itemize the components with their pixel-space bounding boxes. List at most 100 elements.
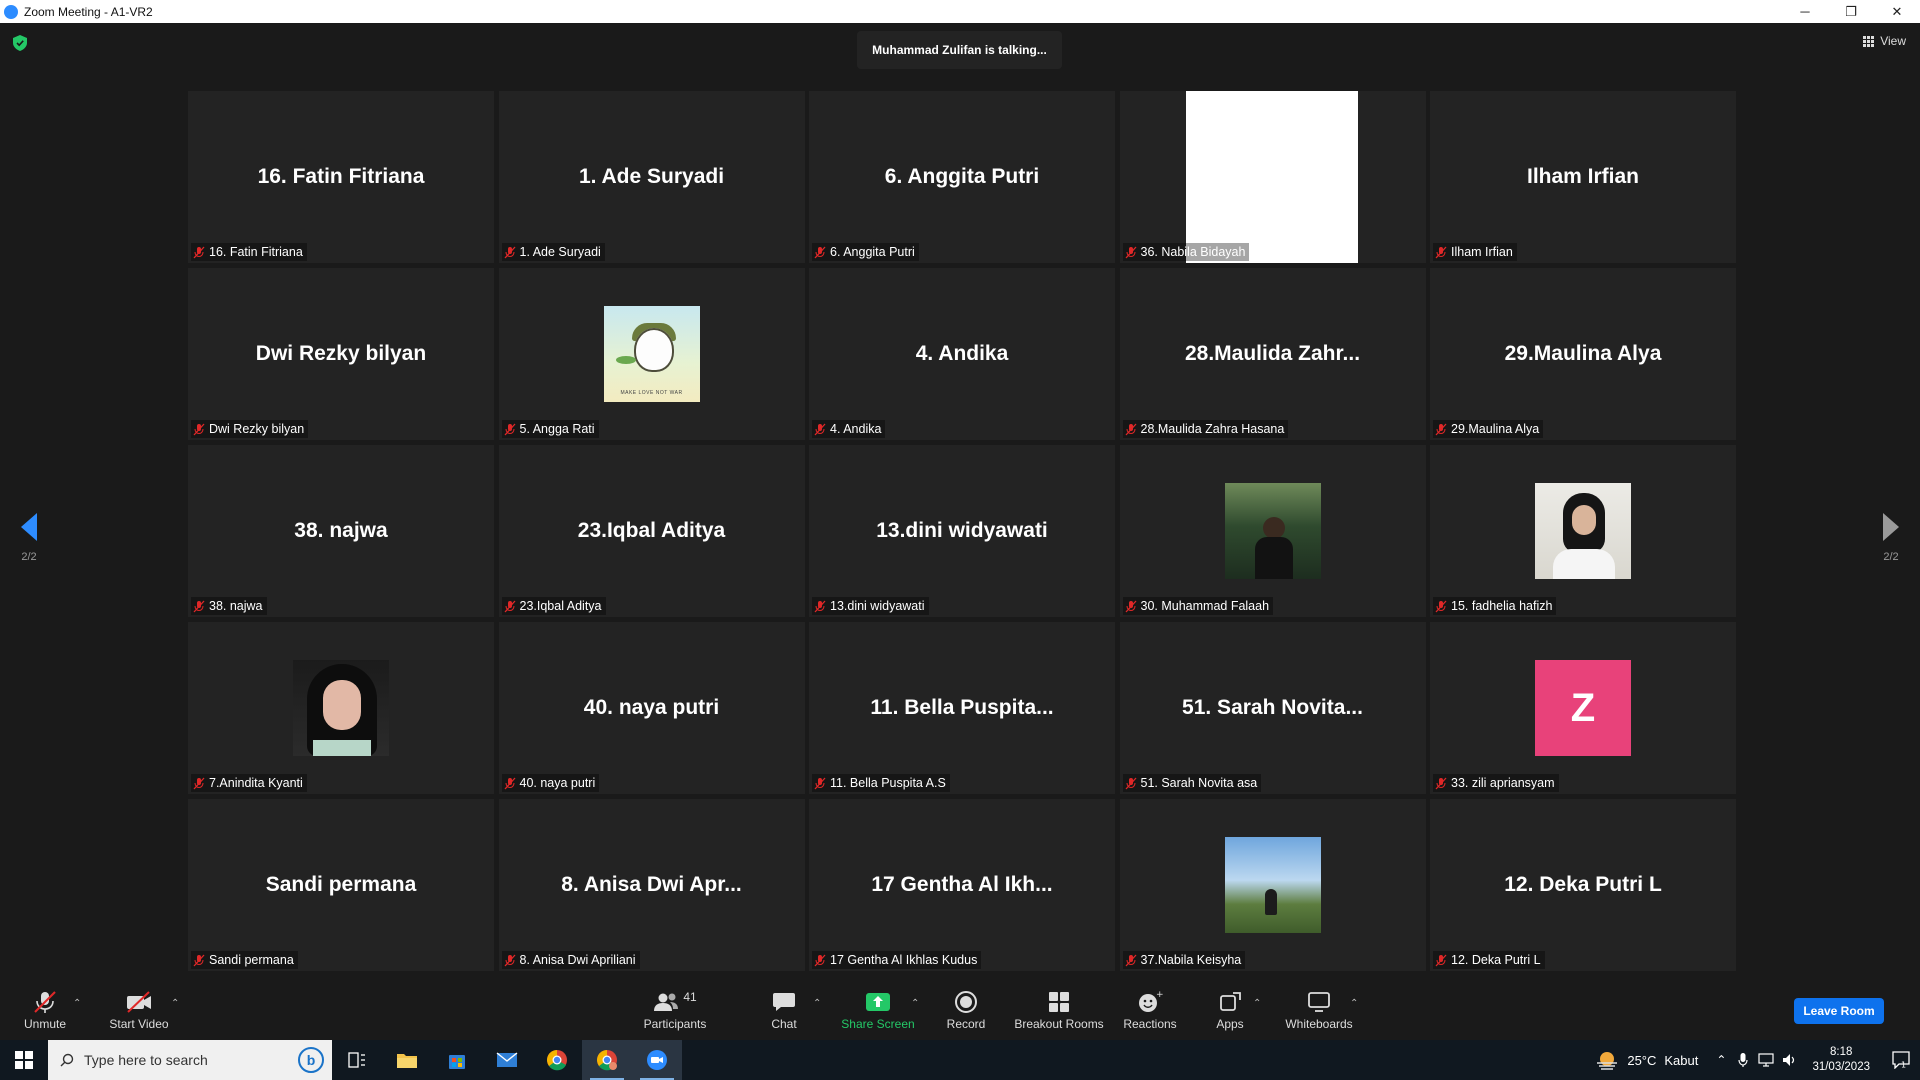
active-speaker-banner: Muhammad Zulifan is talking...	[857, 31, 1062, 69]
participant-tile[interactable]: 28.Maulida Zahr... 28.Maulida Zahra Hasan…	[1119, 268, 1426, 440]
task-view-button[interactable]	[332, 1040, 382, 1080]
page-indicator-right: 2/2	[1883, 551, 1899, 563]
weather-widget[interactable]: 25°C Kabut	[1595, 1050, 1698, 1070]
participants-count: 41	[683, 990, 697, 1004]
participants-label: Participants	[643, 1017, 707, 1031]
participant-tile[interactable]: 7.Anindita Kyanti	[188, 622, 494, 794]
record-button[interactable]: Record	[940, 980, 992, 1040]
meeting-toolbar: Unmute ⌃ Start Video ⌃ 41 Participants C…	[0, 980, 1920, 1040]
whiteboards-label: Whiteboards	[1285, 1017, 1353, 1031]
previous-page-button[interactable]: 2/2	[9, 513, 49, 563]
chrome-button[interactable]	[532, 1040, 582, 1080]
audio-options-caret[interactable]: ⌃	[73, 998, 81, 1009]
title-bar: Zoom Meeting - A1-VR2 ─ ❐ ✕	[0, 0, 1920, 23]
participant-name: 11. Bella Puspita A.S	[830, 776, 946, 790]
next-page-button[interactable]: 2/2	[1871, 513, 1911, 563]
file-explorer-button[interactable]	[382, 1040, 432, 1080]
zoom-taskbar-button[interactable]	[632, 1040, 682, 1080]
mail-button[interactable]	[482, 1040, 532, 1080]
whiteboards-options-caret[interactable]: ⌃	[1350, 998, 1358, 1009]
notification-center-button[interactable]: 1	[1884, 1051, 1920, 1069]
participant-name: 5. Angga Rati	[519, 422, 595, 436]
window-title: Zoom Meeting - A1-VR2	[24, 4, 153, 19]
participant-avatar-photo	[1224, 483, 1321, 579]
store-button[interactable]	[432, 1040, 482, 1080]
start-video-button[interactable]: Start Video	[104, 980, 174, 1040]
participant-tile[interactable]: 30. Muhammad Falaah	[1119, 445, 1426, 617]
volume-icon[interactable]	[1782, 1053, 1798, 1067]
participant-display-name: 1. Ade Suryadi	[578, 165, 725, 188]
participant-name-label: 1. Ade Suryadi	[501, 243, 605, 261]
whiteboards-button[interactable]: Whiteboards	[1284, 980, 1354, 1040]
share-screen-button[interactable]: Share Screen	[838, 980, 918, 1040]
participant-tile[interactable]: 8. Anisa Dwi Apr... 8. Anisa Dwi Aprilian…	[498, 799, 805, 971]
participant-tile[interactable]: 6. Anggita Putri 6. Anggita Putri	[809, 91, 1115, 263]
bing-icon[interactable]: b	[298, 1047, 324, 1073]
participant-tile[interactable]: 17 Gentha Al Ikh... 17 Gentha Al Ikhlas K…	[809, 799, 1115, 971]
participant-tile[interactable]: 37.Nabila Keisyha	[1119, 799, 1426, 971]
participant-name-label: 38. najwa	[191, 597, 267, 615]
participant-name: 8. Anisa Dwi Apriliani	[519, 953, 636, 967]
participant-tile[interactable]: 13.dini widyawati 13.dini widyawati	[809, 445, 1115, 617]
minimize-button[interactable]: ─	[1782, 0, 1828, 23]
participant-tile[interactable]: Sandi permana Sandi permana	[188, 799, 494, 971]
view-button[interactable]: View	[1863, 34, 1906, 48]
participant-display-name: 13.dini widyawati	[876, 519, 1048, 542]
participant-tile[interactable]: 4. Andika 4. Andika	[809, 268, 1115, 440]
windows-logo-icon	[15, 1051, 33, 1069]
taskbar-clock[interactable]: 8:18 31/03/2023	[1812, 1045, 1870, 1075]
participant-tile[interactable]: 12. Deka Putri L 12. Deka Putri L	[1430, 799, 1736, 971]
start-button[interactable]	[0, 1040, 48, 1080]
chat-button[interactable]: Chat	[762, 980, 806, 1040]
participant-tile[interactable]: 15. fadhelia hafizh	[1430, 445, 1736, 617]
leave-room-button[interactable]: Leave Room	[1794, 998, 1884, 1024]
microphone-tray-icon[interactable]	[1738, 1052, 1749, 1068]
start-video-label: Start Video	[109, 1017, 169, 1031]
share-screen-label: Share Screen	[841, 1017, 915, 1031]
reactions-button[interactable]: + Reactions	[1122, 980, 1178, 1040]
participant-tile[interactable]: Z 33. zili apriansyam	[1430, 622, 1736, 794]
participant-name-label: 40. naya putri	[501, 774, 600, 792]
taskbar-search-box[interactable]: Type here to search b	[48, 1040, 332, 1080]
apps-label: Apps	[1216, 1017, 1244, 1031]
record-icon	[955, 991, 977, 1013]
participant-tile[interactable]: 16. Fatin Fitriana 16. Fatin Fitriana	[188, 91, 494, 263]
participant-tile[interactable]: 23.Iqbal Aditya 23.Iqbal Aditya	[498, 445, 805, 617]
participant-tile[interactable]: 38. najwa 38. najwa	[188, 445, 494, 617]
participant-tile[interactable]: 29.Maulina Alya 29.Maulina Alya	[1430, 268, 1736, 440]
participant-name-label: 33. zili apriansyam	[1433, 774, 1559, 792]
video-options-caret[interactable]: ⌃	[171, 998, 179, 1009]
apps-options-caret[interactable]: ⌃	[1253, 998, 1261, 1009]
participant-name-label: 23.Iqbal Aditya	[501, 597, 606, 615]
reactions-label: Reactions	[1123, 1017, 1177, 1031]
breakout-rooms-button[interactable]: Breakout Rooms	[1012, 980, 1106, 1040]
participant-tile[interactable]: Ilham Irfian Ilham Irfian	[1430, 91, 1736, 263]
network-icon[interactable]	[1758, 1053, 1775, 1067]
folder-icon	[397, 1054, 417, 1068]
unmute-button[interactable]: Unmute	[20, 980, 70, 1040]
participant-tile[interactable]: Dwi Rezky bilyan Dwi Rezky bilyan	[188, 268, 494, 440]
muted-microphone-icon	[1125, 777, 1136, 789]
chevron-up-icon[interactable]: ⌃	[1716, 1053, 1726, 1067]
apps-button[interactable]: Apps	[1210, 980, 1250, 1040]
chrome-profile-button[interactable]	[582, 1040, 632, 1080]
participant-tile[interactable]: 36. Nabila Bidayah	[1119, 91, 1426, 263]
chat-options-caret[interactable]: ⌃	[813, 998, 821, 1009]
muted-microphone-icon	[1435, 777, 1447, 789]
participant-display-name: Dwi Rezky bilyan	[255, 342, 427, 365]
participant-tile[interactable]: MAKE LOVE NOT WAR 5. Angga Rati	[498, 268, 805, 440]
participant-tile[interactable]: 51. Sarah Novita... 51. Sarah Novita asa	[1119, 622, 1426, 794]
close-button[interactable]: ✕	[1874, 0, 1920, 23]
participant-tile[interactable]: 40. naya putri 40. naya putri	[498, 622, 805, 794]
restore-button[interactable]: ❐	[1828, 0, 1874, 23]
participant-avatar-initial: Z	[1535, 660, 1631, 756]
encryption-shield-icon[interactable]	[13, 35, 27, 51]
participants-button[interactable]: 41 Participants	[638, 980, 712, 1040]
participant-name: 51. Sarah Novita asa	[1140, 776, 1258, 790]
participant-display-name: 38. najwa	[294, 519, 388, 542]
participant-name: 17 Gentha Al Ikhlas Kudus	[830, 953, 978, 967]
participant-tile[interactable]: 11. Bella Puspita... 11. Bella Puspita A.…	[809, 622, 1115, 794]
muted-microphone-icon	[193, 246, 205, 258]
participant-tile[interactable]: 1. Ade Suryadi 1. Ade Suryadi	[498, 91, 805, 263]
share-options-caret[interactable]: ⌃	[911, 998, 919, 1009]
